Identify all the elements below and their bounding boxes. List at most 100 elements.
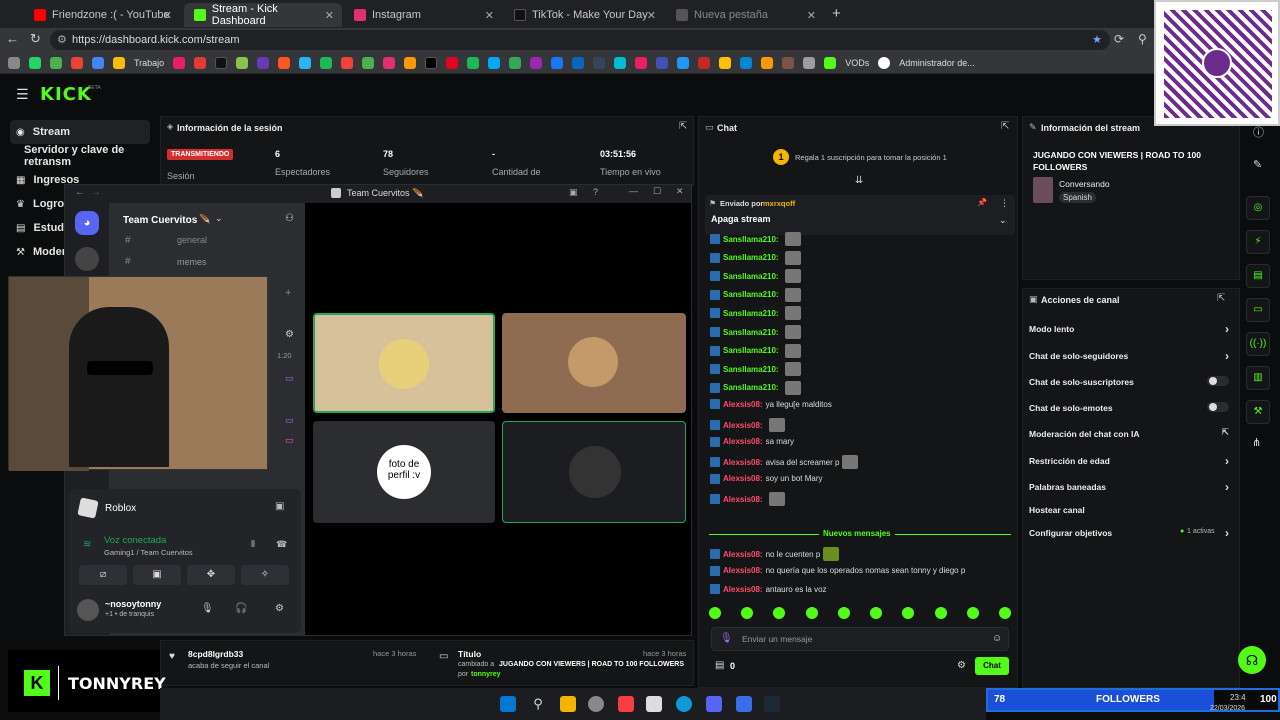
chat-message[interactable]: Alexsis08: no le cuenten p	[710, 547, 840, 561]
edge-icon[interactable]	[740, 56, 753, 69]
emote-icon[interactable]	[741, 607, 754, 619]
wrench-icon[interactable]: ⚒	[1246, 400, 1270, 424]
tab-kick[interactable]: Stream - Kick Dashboard ✕	[184, 3, 342, 27]
help-icon[interactable]: ?	[593, 187, 598, 197]
bookmark-trabajo[interactable]: Trabajo	[134, 58, 164, 68]
bookmark-icon[interactable]	[404, 56, 417, 69]
camera-toggle-button[interactable]: ⧄	[79, 565, 127, 585]
disconnect-icon[interactable]: ☎	[276, 539, 287, 550]
chat-message[interactable]: Sansllama210:	[710, 325, 801, 339]
channel-action-item[interactable]: Hostear canal	[1029, 505, 1229, 515]
profile-icon[interactable]: ⚲	[1138, 32, 1147, 46]
chat-username[interactable]: Sansllama210:	[723, 383, 779, 392]
avatar[interactable]	[77, 599, 99, 621]
bookmark-vods[interactable]: VODs	[845, 58, 869, 68]
back-icon[interactable]: ←	[75, 187, 85, 198]
participant-tile[interactable]	[502, 313, 686, 413]
star-icon[interactable]: ★	[1092, 30, 1102, 50]
channel-action-item[interactable]: Chat de solo-suscriptores	[1029, 376, 1229, 387]
chat-username[interactable]: Sansllama210:	[723, 272, 779, 281]
chat-username[interactable]: Alexsis08:	[723, 400, 763, 409]
facebook-icon[interactable]	[551, 56, 564, 69]
music-icon[interactable]	[194, 56, 207, 69]
chat-username[interactable]: Alexsis08:	[723, 585, 763, 594]
bookmark-icon[interactable]	[488, 56, 501, 69]
participant-tile[interactable]	[313, 313, 495, 413]
folder-icon[interactable]	[113, 56, 125, 69]
chat-message[interactable]: Sansllama210:	[710, 232, 801, 246]
tv-icon[interactable]	[215, 56, 228, 69]
bookmark-icon[interactable]	[782, 56, 795, 69]
twitch-icon[interactable]	[257, 56, 270, 69]
instagram-bookmark-icon[interactable]	[383, 56, 396, 69]
chat-input[interactable]: 🎙 Enviar un mensaje ☺	[711, 627, 1009, 651]
pinterest-icon[interactable]	[446, 56, 459, 69]
camera-icon[interactable]: ◎	[1246, 196, 1270, 220]
chat-message[interactable]: Sansllama210:	[710, 269, 801, 284]
chat-message[interactable]: Alexsis08: sa mary	[710, 436, 794, 447]
search-icon[interactable]: ⚲	[530, 696, 546, 712]
back-icon[interactable]: ←	[6, 31, 19, 46]
chat-username[interactable]: Alexsis08:	[723, 550, 763, 559]
collapse-icon[interactable]: ⇊	[855, 175, 863, 186]
maps-icon[interactable]	[362, 56, 375, 69]
chat-username[interactable]: Alexsis08:	[723, 458, 763, 467]
chevron-right-icon[interactable]: ›	[1225, 526, 1229, 540]
external-link-icon[interactable]: ⇱	[1221, 427, 1229, 438]
channel-action-item[interactable]: Moderación del chat con IA ⇱	[1029, 427, 1229, 439]
bookmark-icon[interactable]	[878, 56, 891, 69]
bookmark-icon[interactable]	[572, 56, 585, 69]
screen-share-button[interactable]: ▣	[133, 565, 181, 585]
lightning-icon[interactable]: ⚡	[1246, 230, 1270, 254]
chevron-down-icon[interactable]: ⌄	[215, 213, 223, 224]
bookmark-icon[interactable]	[635, 56, 648, 69]
bookmark-icon[interactable]	[698, 56, 711, 69]
server-name[interactable]: Team Cuervitos	[123, 215, 197, 226]
grid-icon[interactable]	[803, 56, 816, 69]
file-explorer-icon[interactable]	[560, 696, 576, 712]
screen-share-icon[interactable]: ▣	[275, 501, 284, 512]
kick-logo[interactable]: KICK	[40, 84, 92, 105]
steam-icon[interactable]	[764, 696, 780, 712]
forward-icon[interactable]: →	[91, 187, 101, 198]
close-icon[interactable]: ✕	[807, 9, 816, 22]
app-icon[interactable]	[646, 696, 662, 712]
gmail-icon[interactable]	[71, 56, 83, 69]
participant-tile[interactable]	[502, 421, 686, 523]
chat-username[interactable]: Sansllama210:	[723, 235, 779, 244]
maximize-icon[interactable]: ☐	[653, 186, 661, 197]
chat-message[interactable]: Sansllama210:	[710, 306, 801, 321]
close-icon[interactable]: ✕	[325, 9, 334, 22]
emote-icon[interactable]	[837, 607, 850, 619]
kick-bookmark-icon[interactable]	[824, 56, 837, 69]
game-icon[interactable]	[236, 56, 249, 69]
chat-message[interactable]: Alexsis08:	[710, 492, 785, 507]
toggle-switch[interactable]	[1207, 376, 1229, 386]
share-icon[interactable]: ⋔	[1252, 436, 1261, 449]
layout-icon[interactable]: ▥	[1246, 366, 1270, 390]
music-icon[interactable]	[618, 696, 634, 712]
drive-icon[interactable]	[50, 56, 62, 69]
chat-bubble-icon[interactable]: ▭	[1246, 298, 1270, 322]
mic-icon[interactable]: 🎙	[720, 633, 733, 644]
edge-icon[interactable]	[676, 696, 692, 712]
bookmark-admin[interactable]: Administrador de...	[899, 58, 975, 68]
close-icon[interactable]: ✕	[647, 9, 656, 22]
microphone-icon[interactable]: 🎙	[201, 603, 214, 614]
chevron-right-icon[interactable]: ›	[1225, 349, 1229, 363]
channel-action-item[interactable]: Modo lento ›	[1029, 322, 1229, 336]
chat-message[interactable]: Sansllama210:	[710, 250, 801, 265]
discord-home-icon[interactable]: ◕	[75, 211, 99, 235]
emote-icon[interactable]	[902, 607, 915, 619]
discord-icon[interactable]	[706, 696, 722, 712]
tumblr-icon[interactable]	[593, 56, 606, 69]
add-user-icon[interactable]: ⚇	[285, 213, 294, 224]
youtube-bookmark-icon[interactable]	[341, 56, 354, 69]
pinned-message[interactable]: ⚑ Enviado por mxrxqoff Apaga stream 📌 ⋮ …	[705, 195, 1015, 235]
chat-message[interactable]: Alexsis08: antauro es la voz	[710, 584, 827, 595]
spotify-icon[interactable]	[467, 56, 480, 69]
headphones-icon[interactable]: 🎧	[235, 603, 247, 614]
close-icon[interactable]: ✕	[676, 186, 684, 197]
info-icon[interactable]: ⓘ	[1253, 124, 1264, 140]
settings-icon[interactable]: ⚙	[957, 660, 966, 671]
